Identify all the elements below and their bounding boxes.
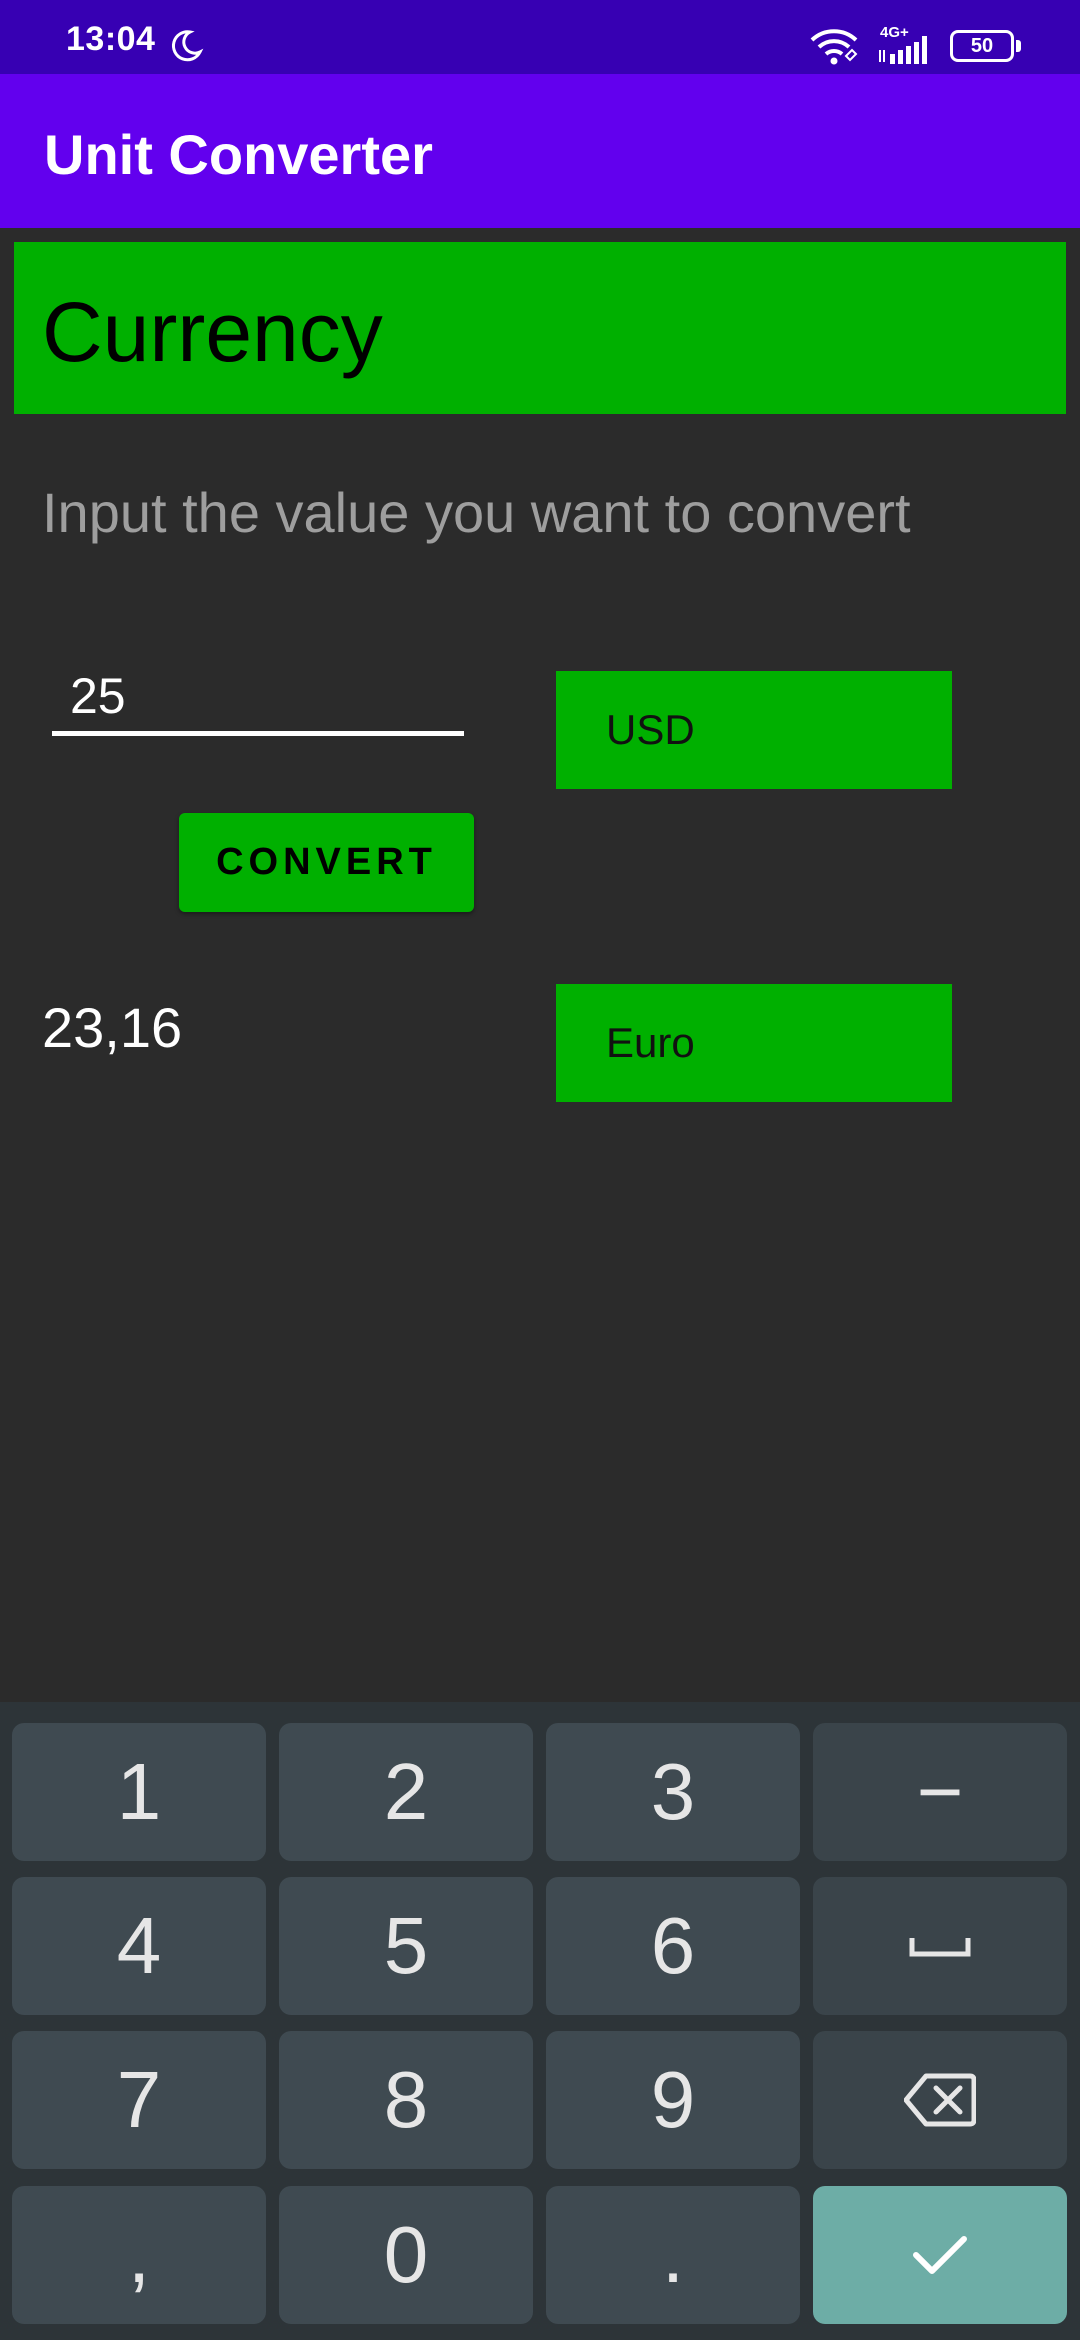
- from-unit-label: USD: [606, 706, 695, 753]
- key-backspace[interactable]: [813, 2031, 1067, 2169]
- key-1[interactable]: 1: [12, 1723, 266, 1861]
- screen: 13:04 4G+ 50 Unit Converter Currency Inp…: [0, 0, 1080, 2340]
- battery-level: 50: [970, 35, 994, 57]
- moon-icon: [171, 30, 204, 62]
- category-banner[interactable]: Currency: [14, 242, 1066, 414]
- key-5[interactable]: 5: [279, 1877, 533, 2015]
- battery-tip: [1016, 40, 1021, 52]
- from-unit-select[interactable]: USD: [556, 671, 952, 789]
- convert-button[interactable]: CONVERT: [179, 813, 474, 912]
- wifi-icon: [810, 29, 858, 65]
- key-9[interactable]: 9: [546, 2031, 800, 2169]
- backspace-icon: [904, 2073, 976, 2127]
- result-value: 23,16: [42, 996, 183, 1059]
- checkmark-icon: [913, 2236, 967, 2274]
- key-7[interactable]: 7: [12, 2031, 266, 2169]
- signal-icon: [879, 36, 927, 64]
- space-icon: [909, 1938, 971, 1957]
- to-unit-label: Euro: [606, 1019, 695, 1066]
- status-time: 13:04: [66, 20, 156, 58]
- app-bar: Unit Converter: [0, 74, 1080, 228]
- key-4[interactable]: 4: [12, 1877, 266, 2015]
- category-label: Currency: [42, 285, 383, 379]
- key-comma[interactable]: ,: [12, 2186, 266, 2324]
- to-unit-select[interactable]: Euro: [556, 984, 952, 1102]
- key-8[interactable]: 8: [279, 2031, 533, 2169]
- key-3[interactable]: 3: [546, 1723, 800, 1861]
- key-done[interactable]: [813, 2186, 1067, 2324]
- key-6[interactable]: 6: [546, 1877, 800, 2015]
- battery-icon: 50: [950, 30, 1014, 62]
- instruction-text: Input the value you want to convert: [42, 481, 911, 544]
- key-space[interactable]: [813, 1877, 1067, 2015]
- key-minus[interactable]: −: [813, 1723, 1067, 1861]
- key-period[interactable]: .: [546, 2186, 800, 2324]
- status-bar: 13:04 4G+ 50: [0, 0, 1080, 74]
- key-2[interactable]: 2: [279, 1723, 533, 1861]
- app-title: Unit Converter: [44, 123, 433, 186]
- value-input[interactable]: [52, 660, 464, 736]
- key-0[interactable]: 0: [279, 2186, 533, 2324]
